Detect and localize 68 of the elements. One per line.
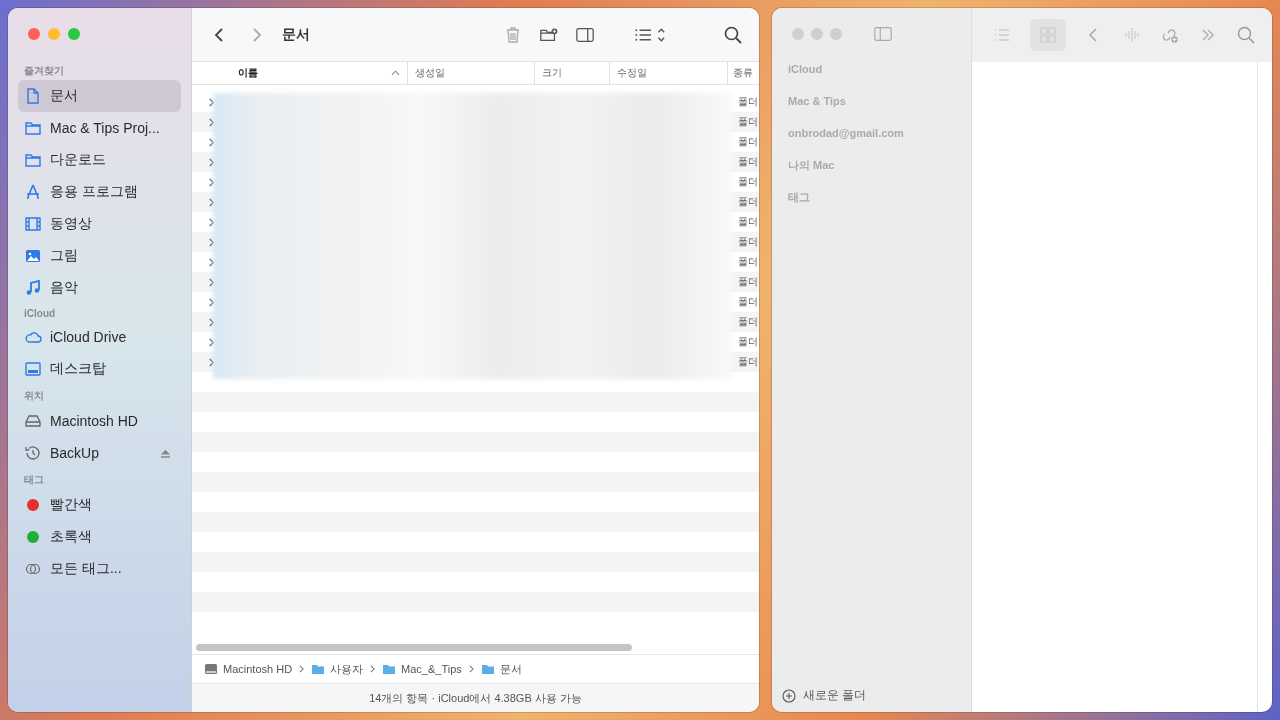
folder-icon bbox=[480, 662, 495, 676]
table-cell: 폴더 bbox=[738, 295, 758, 309]
table-cell: 폴더 bbox=[738, 235, 758, 249]
sidebar-item[interactable]: 모든 태그... bbox=[18, 553, 181, 585]
hard-drive-icon bbox=[24, 412, 42, 430]
sidebar-item[interactable]: 빨간색 bbox=[18, 489, 181, 521]
music-note-icon bbox=[24, 279, 42, 297]
sidebar-item[interactable]: 음악 bbox=[18, 272, 181, 304]
folder-icon bbox=[24, 119, 42, 137]
table-cell: 폴더 bbox=[738, 115, 758, 129]
sidebar-item[interactable]: iCloud Drive bbox=[18, 321, 181, 353]
table-cell: 폴더 bbox=[738, 135, 758, 149]
table-cell: 폴더 bbox=[738, 355, 758, 369]
table-cell: 폴더 bbox=[738, 155, 758, 169]
column-header[interactable]: 종류 bbox=[728, 62, 759, 84]
scrollbar-thumb[interactable] bbox=[196, 644, 632, 651]
search-icon[interactable] bbox=[723, 24, 743, 45]
close-button[interactable] bbox=[28, 28, 40, 40]
path-item[interactable]: 사용자 bbox=[330, 661, 364, 677]
path-item[interactable]: Mac_&_Tips bbox=[401, 663, 462, 675]
table-cell: 폴더 bbox=[738, 315, 758, 329]
eject-icon[interactable] bbox=[160, 447, 171, 459]
section-heading: 즐겨찾기 bbox=[23, 64, 65, 78]
chevron-icon bbox=[468, 665, 474, 673]
sidebar-item[interactable]: Mac & Tips Proj... bbox=[18, 112, 181, 144]
section-heading: 위치 bbox=[23, 389, 45, 403]
folder-icon bbox=[382, 662, 397, 676]
folder-icon bbox=[311, 662, 326, 676]
sidebar-item[interactable]: 문서 bbox=[18, 80, 181, 112]
column-header[interactable]: 수정일 bbox=[610, 62, 728, 84]
sidebar-item[interactable]: 동영상 bbox=[18, 208, 181, 240]
sidebar-item[interactable]: 그림 bbox=[18, 240, 181, 272]
status-text: 14개의 항목 · iCloud에서 4.38GB 사용 가능 bbox=[369, 690, 582, 706]
section-heading: iCloud bbox=[23, 307, 57, 321]
table-cell: 폴더 bbox=[738, 95, 758, 109]
window-title: 문서 bbox=[282, 25, 310, 44]
sidebar-item[interactable]: Macintosh HD bbox=[18, 405, 181, 437]
photo-icon bbox=[24, 247, 42, 265]
apps-icon bbox=[24, 183, 42, 201]
section-heading: 태그 bbox=[23, 473, 45, 487]
column-header[interactable]: 이름 bbox=[192, 62, 408, 84]
sidebar-item[interactable]: 데스크탑 bbox=[18, 353, 181, 385]
table-cell: 폴더 bbox=[738, 275, 758, 289]
new-folder-button[interactable]: 새로운 폴더 bbox=[772, 687, 971, 712]
path-item[interactable]: Macintosh HD bbox=[223, 663, 293, 675]
path-item[interactable]: 문서 bbox=[499, 661, 522, 677]
sort-caret-icon bbox=[391, 70, 400, 76]
table-cell: 폴더 bbox=[738, 215, 758, 229]
clock-icon bbox=[24, 444, 42, 462]
sidebar-item[interactable]: 응용 프로그램 bbox=[18, 176, 181, 208]
table-cell: 폴더 bbox=[738, 195, 758, 209]
column-header[interactable]: 생성일 bbox=[408, 62, 535, 84]
sidebar-item[interactable]: BackUp bbox=[18, 437, 181, 469]
document-icon bbox=[24, 87, 42, 105]
desktop-icon bbox=[24, 360, 42, 378]
sidebar-item[interactable]: 초록색 bbox=[18, 521, 181, 553]
chevron-icon bbox=[299, 665, 305, 673]
hard-drive-icon bbox=[204, 662, 218, 676]
table-cell: 폴더 bbox=[738, 175, 758, 189]
column-header[interactable]: 크기 bbox=[535, 62, 610, 84]
folder-icon bbox=[24, 151, 42, 169]
table-cell: 폴더 bbox=[738, 255, 758, 269]
sidebar-item[interactable]: 다운로드 bbox=[18, 144, 181, 176]
sidebar-toggle-icon[interactable] bbox=[873, 24, 893, 44]
chevron-icon bbox=[370, 665, 376, 673]
table-cell: 폴더 bbox=[738, 335, 758, 349]
plus-icon bbox=[782, 688, 796, 703]
film-icon bbox=[24, 215, 42, 233]
